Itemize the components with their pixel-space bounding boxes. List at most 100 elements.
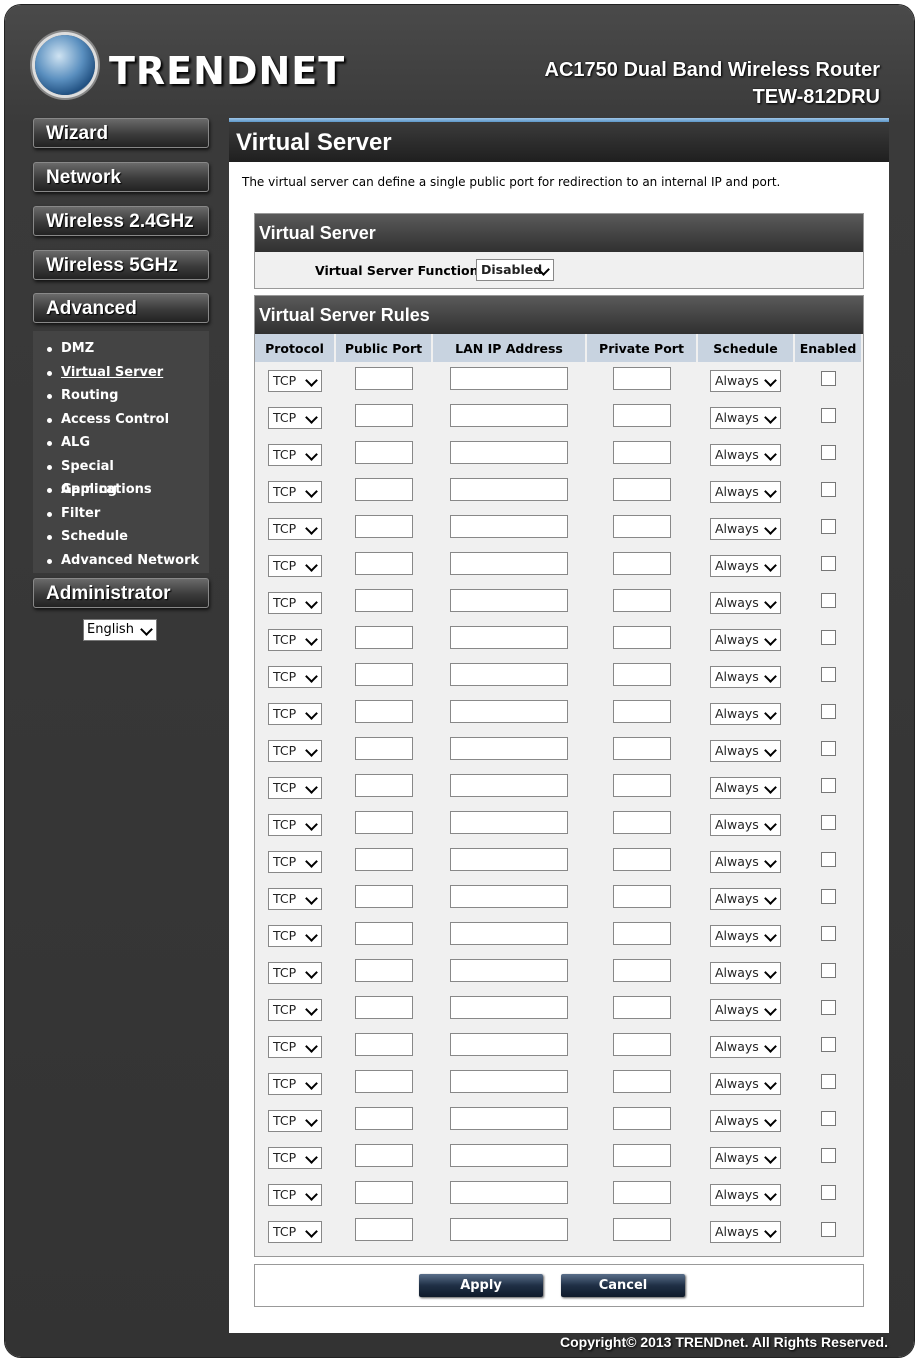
- schedule-select[interactable]: Always: [710, 850, 781, 873]
- public-port-input[interactable]: [354, 663, 413, 686]
- enabled-checkbox[interactable]: [820, 630, 836, 645]
- public-port-input[interactable]: [354, 848, 413, 871]
- protocol-select[interactable]: TCP: [268, 591, 322, 614]
- lan-ip-input[interactable]: [450, 663, 568, 686]
- schedule-select[interactable]: Always: [710, 665, 781, 688]
- protocol-select[interactable]: TCP: [268, 813, 322, 836]
- lan-ip-input[interactable]: [450, 404, 568, 427]
- schedule-select[interactable]: Always: [710, 517, 781, 540]
- private-port-input[interactable]: [612, 959, 671, 982]
- lan-ip-input[interactable]: [450, 811, 568, 834]
- private-port-input[interactable]: [612, 1218, 671, 1241]
- protocol-select[interactable]: TCP: [268, 961, 322, 984]
- protocol-select[interactable]: TCP: [268, 1146, 322, 1169]
- public-port-input[interactable]: [354, 552, 413, 575]
- public-port-input[interactable]: [354, 589, 413, 612]
- lan-ip-input[interactable]: [450, 1181, 568, 1204]
- schedule-select[interactable]: Always: [710, 702, 781, 725]
- protocol-select[interactable]: TCP: [268, 628, 322, 651]
- protocol-select[interactable]: TCP: [268, 443, 322, 466]
- enabled-checkbox[interactable]: [820, 445, 836, 460]
- enabled-checkbox[interactable]: [820, 889, 836, 904]
- public-port-input[interactable]: [354, 1033, 413, 1056]
- public-port-input[interactable]: [354, 737, 413, 760]
- enabled-checkbox[interactable]: [820, 1111, 836, 1126]
- cancel-button[interactable]: Cancel: [561, 1274, 685, 1297]
- private-port-input[interactable]: [612, 663, 671, 686]
- public-port-input[interactable]: [354, 922, 413, 945]
- enabled-checkbox[interactable]: [820, 482, 836, 497]
- schedule-select[interactable]: Always: [710, 1072, 781, 1095]
- public-port-input[interactable]: [354, 367, 413, 390]
- lan-ip-input[interactable]: [450, 1218, 568, 1241]
- private-port-input[interactable]: [612, 515, 671, 538]
- schedule-select[interactable]: Always: [710, 1183, 781, 1206]
- enabled-checkbox[interactable]: [820, 815, 836, 830]
- lan-ip-input[interactable]: [450, 774, 568, 797]
- public-port-input[interactable]: [354, 626, 413, 649]
- protocol-select[interactable]: TCP: [268, 924, 322, 947]
- private-port-input[interactable]: [612, 1107, 671, 1130]
- lan-ip-input[interactable]: [450, 367, 568, 390]
- enabled-checkbox[interactable]: [820, 408, 836, 423]
- protocol-select[interactable]: TCP: [268, 739, 322, 762]
- lan-ip-input[interactable]: [450, 1033, 568, 1056]
- schedule-select[interactable]: Always: [710, 554, 781, 577]
- enabled-checkbox[interactable]: [820, 926, 836, 941]
- private-port-input[interactable]: [612, 552, 671, 575]
- submenu-item-advanced-network[interactable]: Advanced Network: [33, 549, 209, 573]
- lan-ip-input[interactable]: [450, 737, 568, 760]
- public-port-input[interactable]: [354, 996, 413, 1019]
- schedule-select[interactable]: Always: [710, 998, 781, 1021]
- private-port-input[interactable]: [612, 700, 671, 723]
- lan-ip-input[interactable]: [450, 700, 568, 723]
- schedule-select[interactable]: Always: [710, 813, 781, 836]
- public-port-input[interactable]: [354, 1181, 413, 1204]
- submenu-item-alg[interactable]: ALG: [33, 431, 209, 455]
- apply-button[interactable]: Apply: [419, 1274, 543, 1297]
- nav-wireless-24ghz[interactable]: Wireless 2.4GHz: [33, 206, 209, 236]
- protocol-select[interactable]: TCP: [268, 517, 322, 540]
- enabled-checkbox[interactable]: [820, 556, 836, 571]
- protocol-select[interactable]: TCP: [268, 369, 322, 392]
- enabled-checkbox[interactable]: [820, 593, 836, 608]
- lan-ip-input[interactable]: [450, 626, 568, 649]
- enabled-checkbox[interactable]: [820, 852, 836, 867]
- enabled-checkbox[interactable]: [820, 667, 836, 682]
- private-port-input[interactable]: [612, 737, 671, 760]
- protocol-select[interactable]: TCP: [268, 850, 322, 873]
- public-port-input[interactable]: [354, 885, 413, 908]
- public-port-input[interactable]: [354, 700, 413, 723]
- public-port-input[interactable]: [354, 441, 413, 464]
- lan-ip-input[interactable]: [450, 441, 568, 464]
- enabled-checkbox[interactable]: [820, 963, 836, 978]
- schedule-select[interactable]: Always: [710, 628, 781, 651]
- nav-administrator[interactable]: Administrator: [33, 578, 209, 608]
- protocol-select[interactable]: TCP: [268, 1072, 322, 1095]
- private-port-input[interactable]: [612, 922, 671, 945]
- submenu-item-virtual-server[interactable]: Virtual Server: [33, 361, 209, 385]
- language-select[interactable]: English: [83, 619, 157, 641]
- public-port-input[interactable]: [354, 404, 413, 427]
- nav-network[interactable]: Network: [33, 162, 209, 192]
- enabled-checkbox[interactable]: [820, 778, 836, 793]
- private-port-input[interactable]: [612, 478, 671, 501]
- enabled-checkbox[interactable]: [820, 1185, 836, 1200]
- nav-advanced[interactable]: Advanced: [33, 293, 209, 323]
- public-port-input[interactable]: [354, 515, 413, 538]
- schedule-select[interactable]: Always: [710, 1220, 781, 1243]
- private-port-input[interactable]: [612, 885, 671, 908]
- schedule-select[interactable]: Always: [710, 443, 781, 466]
- enabled-checkbox[interactable]: [820, 519, 836, 534]
- schedule-select[interactable]: Always: [710, 1109, 781, 1132]
- submenu-item-access-control[interactable]: Access Control: [33, 408, 209, 432]
- public-port-input[interactable]: [354, 478, 413, 501]
- protocol-select[interactable]: TCP: [268, 554, 322, 577]
- lan-ip-input[interactable]: [450, 552, 568, 575]
- protocol-select[interactable]: TCP: [268, 776, 322, 799]
- submenu-item-routing[interactable]: Routing: [33, 384, 209, 408]
- public-port-input[interactable]: [354, 774, 413, 797]
- public-port-input[interactable]: [354, 1218, 413, 1241]
- private-port-input[interactable]: [612, 367, 671, 390]
- lan-ip-input[interactable]: [450, 478, 568, 501]
